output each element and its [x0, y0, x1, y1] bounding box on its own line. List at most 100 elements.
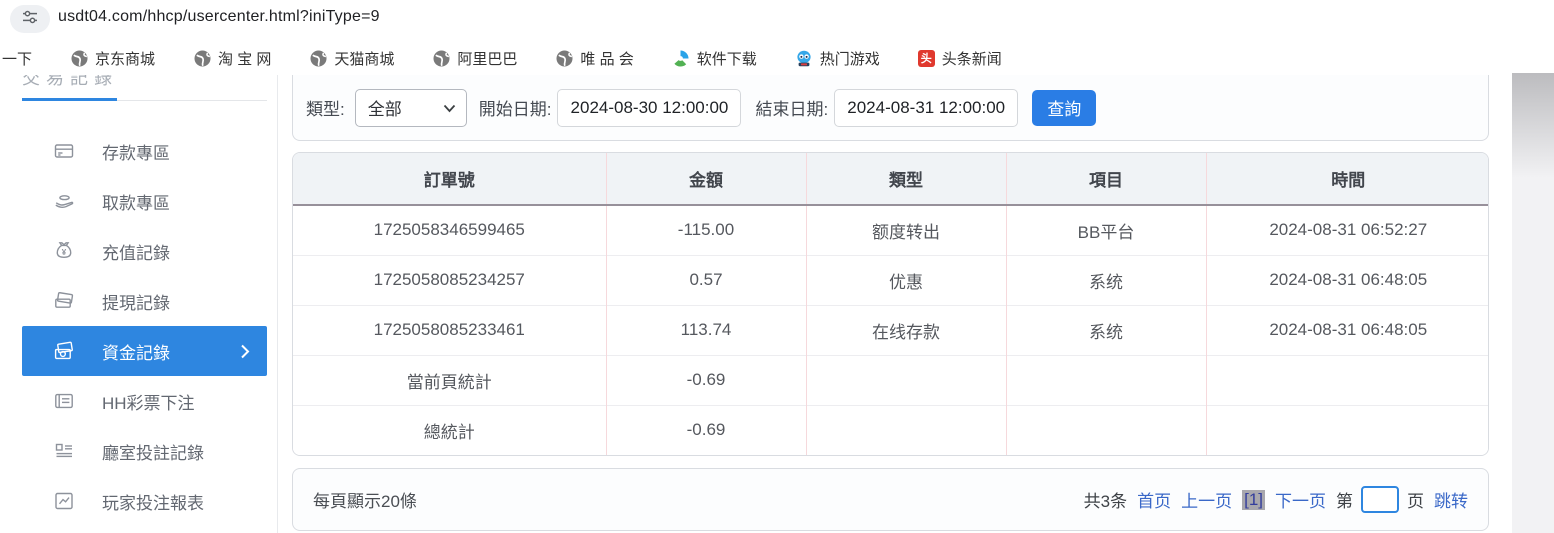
bookmark-item-vip[interactable]: 唯 品 会 [555, 48, 634, 69]
table-row: 1725058085233461 113.74 在线存款 系统 2024-08-31 0… [293, 304, 1488, 355]
sidebar-item-label: 玩家投注報表 [102, 493, 204, 513]
sidebar-item-label: 取款專區 [102, 193, 170, 213]
query-button[interactable]: 查詢 [1032, 89, 1097, 126]
table-row: 1725058346599465 -115.00 额度转出 BB平台 2024-08-3… [293, 205, 1488, 255]
software-icon [672, 49, 690, 67]
sidebar-item-funds-records[interactable]: 資金記錄 [22, 326, 267, 376]
column-header: 項目 [1005, 153, 1206, 206]
globe-icon [193, 49, 211, 67]
table-cell [1005, 404, 1206, 455]
table-cell: 系统 [1005, 254, 1206, 305]
bookmark-label: 头条新闻 [941, 50, 1002, 68]
site-settings-icon [22, 9, 38, 30]
table-cell: 2024-08-31 06:48:05 [1205, 304, 1488, 355]
sidebar-item-withdraw-zone[interactable]: 取款專區 [22, 176, 267, 226]
clipped-tab-text: 交易記錄 [22, 75, 118, 88]
bookmark-item-jd-mall[interactable]: 京东商城 [70, 48, 155, 69]
table-cell: 在线存款 [805, 304, 1006, 355]
sidebar-item-label: HH彩票下注 [102, 393, 195, 413]
bookmark-item-tmall[interactable]: 天猫商城 [309, 48, 394, 69]
table-cell: 额度转出 [805, 205, 1006, 255]
sidebar-divider [277, 75, 278, 533]
url-text[interactable]: usdt04.com/hhcp/usercenter.html?iniType=… [58, 8, 380, 26]
type-select[interactable]: 全部 [354, 88, 467, 127]
globe-icon [70, 49, 88, 67]
bookmark-item-hot-games[interactable]: 热门游戏 [795, 48, 880, 69]
table-row: 1725058085234257 0.57 优惠 系统 2024-08-31 06:48… [293, 254, 1488, 305]
sidebar: 交易記錄 存款專區取款專區 ¥ 充值記錄提現記錄資金記錄 HH彩票下注廳室投註記錄玩家… [22, 75, 267, 526]
sidebar-item-withdrawal-records[interactable]: 提現記錄 [22, 276, 267, 326]
type-label: 類型: [306, 100, 345, 119]
table-cell: 1725058085234257 [293, 254, 606, 305]
globe-icon [555, 49, 573, 67]
sidebar-item-label: 資金記錄 [102, 343, 170, 363]
bookmark-label: 淘 宝 网 [218, 50, 272, 68]
table-row: 總統計 -0.69 [293, 404, 1488, 455]
table-cell: BB平台 [1005, 205, 1206, 255]
table-cell [1205, 354, 1488, 405]
bookmark-item-software-download[interactable]: 软件下载 [672, 48, 757, 69]
total-count-text: 共3条 [1083, 492, 1128, 511]
column-header: 金額 [605, 153, 806, 206]
start-date-input[interactable] [557, 88, 742, 127]
cards-icon [52, 289, 76, 313]
jump-suffix-text: 页 [1407, 492, 1424, 511]
table-cell [805, 404, 1006, 455]
table-cell [1205, 404, 1488, 455]
table-cell: 總統計 [293, 404, 606, 455]
bookmark-label: 阿里巴巴 [457, 50, 518, 68]
table-cell [805, 354, 1006, 405]
bookmark-label: 热门游戏 [819, 50, 880, 68]
table-cell: 优惠 [805, 254, 1006, 305]
bookmark-label: 唯 品 会 [580, 50, 634, 68]
sidebar-item-room-bet-records[interactable]: 廳室投註記錄 [22, 426, 267, 476]
sidebar-item-label: 提現記錄 [102, 293, 170, 313]
svg-text:¥: ¥ [62, 248, 67, 257]
jump-button[interactable]: 跳转 [1434, 487, 1468, 512]
scrollbar[interactable] [1512, 73, 1554, 533]
bookmark-item-alibaba[interactable]: 阿里巴巴 [432, 48, 517, 69]
report-icon [52, 489, 76, 513]
prev-page-link[interactable]: 上一页 [1181, 487, 1232, 512]
bookmark-label: 软件下载 [696, 50, 757, 68]
next-page-link[interactable]: 下一页 [1275, 487, 1326, 512]
site-permissions-chip[interactable] [10, 5, 50, 33]
page-jump-input[interactable] [1361, 486, 1399, 513]
jump-prefix-text: 第 [1336, 492, 1353, 511]
main-content: 類型: 全部 開始日期: 結束日期: 查詢 訂單號金額類型項目時間 172505… [292, 75, 1489, 531]
sidebar-item-player-bet-report[interactable]: 玩家投注報表 [22, 476, 267, 526]
table-cell: 2024-08-31 06:52:27 [1205, 205, 1488, 255]
browser-address-bar[interactable]: usdt04.com/hhcp/usercenter.html?iniType=… [0, 0, 1554, 38]
table-cell: -115.00 [605, 205, 806, 255]
bookmark-item-search-partial[interactable]: 一下 [2, 48, 32, 69]
table-cell: 1725058346599465 [293, 205, 606, 255]
table-cell: 2024-08-31 06:48:05 [1205, 254, 1488, 305]
wallet-icon [52, 339, 76, 363]
end-date-label: 結束日期: [755, 100, 829, 119]
table-header-row: 訂單號 金額 類型 項目 時間 [293, 153, 1488, 206]
end-date-input[interactable] [834, 88, 1019, 127]
table-cell: 1725058085233461 [293, 304, 606, 355]
chevron-down-icon [443, 98, 456, 118]
start-date-label: 開始日期: [478, 100, 552, 119]
sidebar-item-recharge-records[interactable]: ¥ 充值記錄 [22, 226, 267, 276]
pager: 共3条 首页 上一页 [1] 下一页 第 页 跳转 [1084, 486, 1468, 513]
moneybag-icon: ¥ [52, 239, 76, 263]
active-tab-underline [22, 98, 267, 101]
table-body: 1725058346599465 -115.00 额度转出 BB平台 2024-08-3… [293, 205, 1488, 455]
grid-icon [52, 439, 76, 463]
bookmark-item-toutiao-news[interactable]: 头头条新闻 [917, 48, 1002, 69]
bookmark-label: 一下 [2, 50, 33, 68]
bookmark-label: 京东商城 [95, 50, 156, 68]
toutiao-icon: 头 [917, 49, 935, 67]
first-page-link[interactable]: 首页 [1137, 487, 1171, 512]
bookmarks-bar: 一下 京东商城 淘 宝 网 天猫商城 阿里巴巴 唯 品 会 软件下载 热门游戏 头头条新闻 [2, 42, 1510, 74]
globe-icon [309, 49, 327, 67]
sidebar-item-deposit-zone[interactable]: 存款專區 [22, 126, 267, 176]
table-cell [1005, 354, 1206, 405]
sidebar-item-hh-lottery-bets[interactable]: HH彩票下注 [22, 376, 267, 426]
bookmark-item-taobao[interactable]: 淘 宝 网 [193, 48, 271, 69]
table-row: 當前頁統計 -0.69 [293, 354, 1488, 405]
table-cell: 0.57 [605, 254, 806, 305]
current-page-indicator[interactable]: [1] [1242, 489, 1265, 510]
